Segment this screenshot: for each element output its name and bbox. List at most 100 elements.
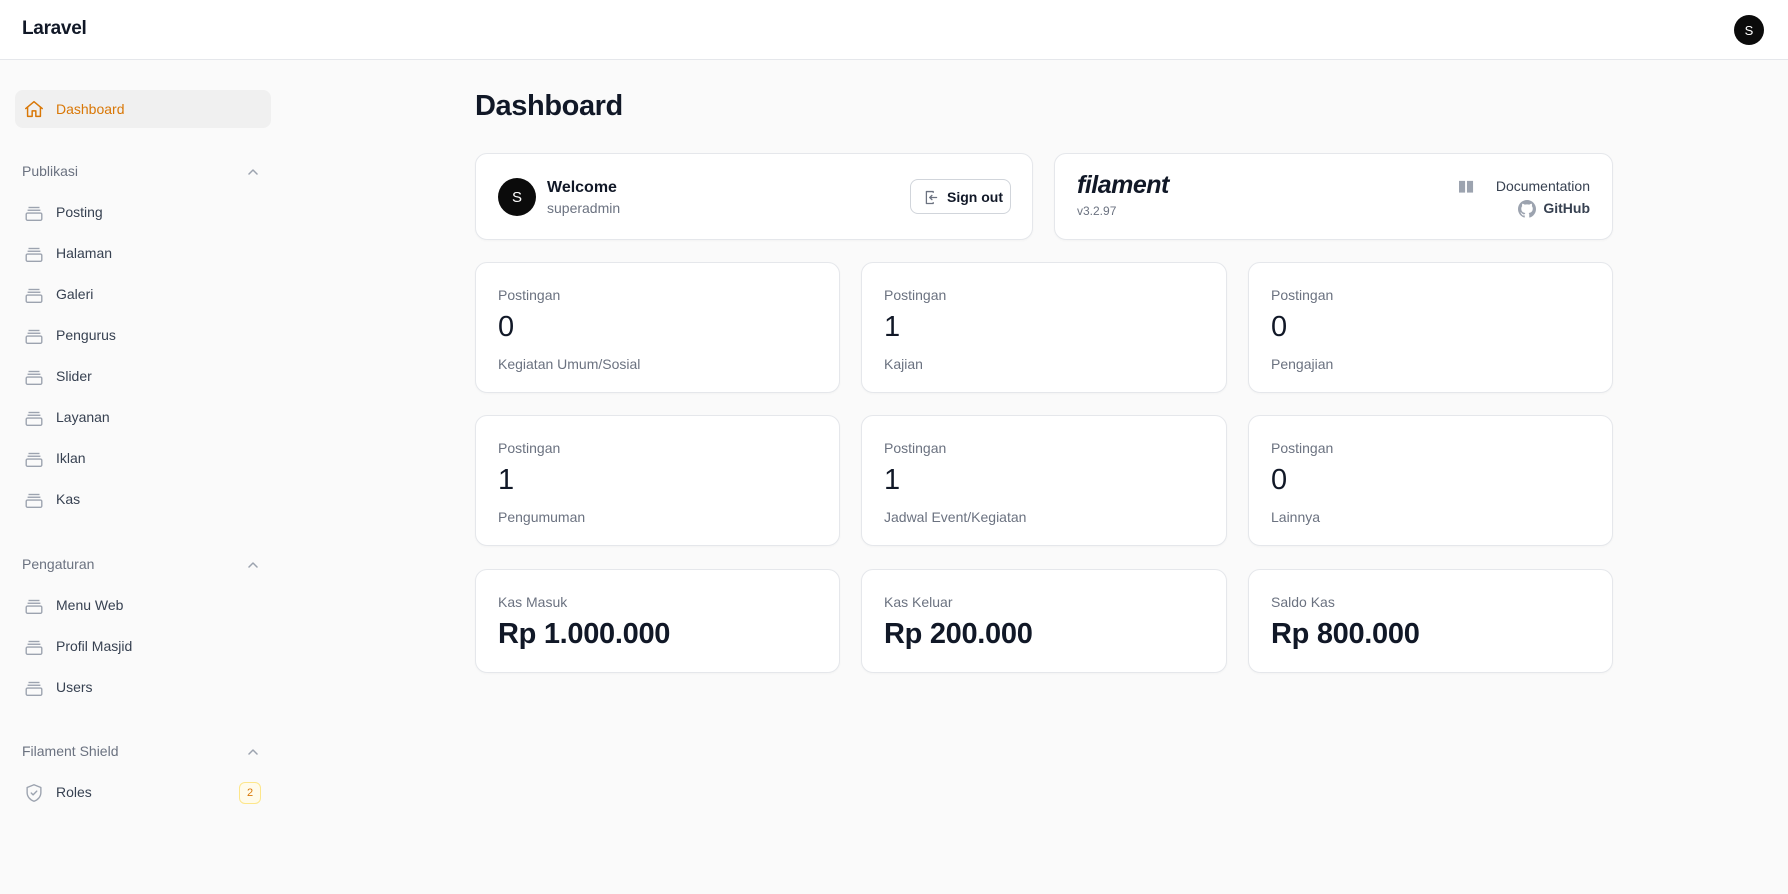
home-icon xyxy=(25,100,43,118)
kas-value: Rp 800.000 xyxy=(1271,618,1420,650)
github-label: GitHub xyxy=(1543,200,1590,216)
book-icon xyxy=(1459,180,1474,193)
stack-icon xyxy=(25,206,43,222)
page-title: Dashboard xyxy=(475,90,623,122)
stat-value: 1 xyxy=(884,311,901,343)
stack-icon xyxy=(25,288,43,304)
stat-description: Pengumuman xyxy=(498,509,586,525)
sidebar-item-label: Menu Web xyxy=(56,597,124,613)
kas-card: Saldo Kas Rp 800.000 xyxy=(1248,569,1613,673)
sign-out-button[interactable]: Sign out xyxy=(910,179,1011,214)
stat-card: Postingan 0 Lainnya xyxy=(1248,415,1613,546)
sidebar-group-publikasi[interactable]: Publikasi xyxy=(22,163,78,179)
sidebar: Dashboard Publikasi Posting Halaman Gale… xyxy=(0,60,286,894)
stat-value: 1 xyxy=(498,464,515,496)
sidebar-item-label: Slider xyxy=(56,368,92,384)
sidebar-item-label: Iklan xyxy=(56,450,86,466)
sidebar-item-label: Profil Masjid xyxy=(56,638,133,654)
stack-icon xyxy=(25,247,43,263)
sidebar-item-posting[interactable]: Posting xyxy=(15,196,271,230)
stack-icon xyxy=(25,599,43,615)
stat-label: Postingan xyxy=(1271,287,1334,303)
chevron-up-icon[interactable] xyxy=(245,557,261,573)
filament-info-widget: filament v3.2.97 Documentation GitHub xyxy=(1054,153,1613,240)
stat-label: Postingan xyxy=(498,440,561,456)
username-label: superadmin xyxy=(547,200,621,216)
stat-card: Postingan 1 Kajian xyxy=(861,262,1227,393)
stack-icon xyxy=(25,493,43,509)
stat-description: Jadwal Event/Kegiatan xyxy=(884,509,1027,525)
sidebar-group-pengaturan[interactable]: Pengaturan xyxy=(22,556,94,572)
stat-card: Postingan 0 Kegiatan Umum/Sosial xyxy=(475,262,840,393)
stack-icon xyxy=(25,370,43,386)
kas-card: Kas Keluar Rp 200.000 xyxy=(861,569,1227,673)
shield-check-icon xyxy=(26,784,42,802)
sidebar-item-label: Roles xyxy=(56,784,92,800)
user-avatar-button[interactable]: S xyxy=(1734,15,1764,45)
sidebar-item-pengurus[interactable]: Pengurus xyxy=(15,319,271,353)
brand-logo[interactable]: Laravel xyxy=(22,18,87,40)
sidebar-item-label: Layanan xyxy=(56,409,110,425)
kas-label: Kas Keluar xyxy=(884,594,953,610)
stat-value: 1 xyxy=(884,464,901,496)
chevron-up-icon[interactable] xyxy=(245,744,261,760)
version-label: v3.2.97 xyxy=(1077,204,1117,218)
documentation-link[interactable]: Documentation xyxy=(1459,178,1590,196)
stat-label: Postingan xyxy=(884,287,947,303)
sidebar-item-dashboard[interactable]: Dashboard xyxy=(15,90,271,128)
stat-value: 0 xyxy=(1271,311,1288,343)
stat-label: Postingan xyxy=(884,440,947,456)
stack-icon xyxy=(25,681,43,697)
stat-card: Postingan 0 Pengajian xyxy=(1248,262,1613,393)
sidebar-item-menu-web[interactable]: Menu Web xyxy=(15,589,271,623)
stat-label: Postingan xyxy=(1271,440,1334,456)
sidebar-item-label: Dashboard xyxy=(56,101,125,117)
chevron-up-icon[interactable] xyxy=(245,164,261,180)
stat-card: Postingan 1 Jadwal Event/Kegiatan xyxy=(861,415,1227,546)
sidebar-item-halaman[interactable]: Halaman xyxy=(15,237,271,271)
sidebar-item-label: Users xyxy=(56,679,93,695)
sidebar-item-label: Galeri xyxy=(56,286,94,302)
sidebar-item-label: Kas xyxy=(56,491,81,507)
stat-description: Kegiatan Umum/Sosial xyxy=(498,356,641,372)
github-link[interactable]: GitHub xyxy=(1518,200,1590,218)
stack-icon xyxy=(25,640,43,656)
sidebar-item-profil-masjid[interactable]: Profil Masjid xyxy=(15,630,271,664)
sidebar-item-slider[interactable]: Slider xyxy=(15,360,271,394)
logout-icon xyxy=(925,190,938,205)
account-widget: S Welcome superadmin Sign out xyxy=(475,153,1033,240)
sidebar-item-label: Halaman xyxy=(56,245,113,261)
documentation-label: Documentation xyxy=(1495,178,1590,194)
avatar: S xyxy=(498,178,536,216)
sign-out-label: Sign out xyxy=(947,189,1003,205)
kas-card: Kas Masuk Rp 1.000.000 xyxy=(475,569,840,673)
sidebar-item-kas[interactable]: Kas xyxy=(15,483,271,517)
sidebar-item-roles[interactable]: Roles 2 xyxy=(15,776,271,810)
sidebar-item-users[interactable]: Users xyxy=(15,671,271,705)
welcome-title: Welcome xyxy=(547,179,617,196)
top-bar: Laravel S xyxy=(0,0,1788,60)
stack-icon xyxy=(25,411,43,427)
stat-label: Postingan xyxy=(498,287,561,303)
sidebar-item-galeri[interactable]: Galeri xyxy=(15,278,271,312)
filament-logo[interactable]: filament xyxy=(1077,171,1169,200)
stack-icon xyxy=(25,452,43,468)
stat-value: 0 xyxy=(1271,464,1288,496)
github-icon xyxy=(1518,200,1536,218)
stat-description: Pengajian xyxy=(1271,356,1334,372)
sidebar-item-layanan[interactable]: Layanan xyxy=(15,401,271,435)
kas-value: Rp 200.000 xyxy=(884,618,1033,650)
stack-icon xyxy=(25,329,43,345)
stat-card: Postingan 1 Pengumuman xyxy=(475,415,840,546)
stat-description: Lainnya xyxy=(1271,509,1321,525)
kas-label: Kas Masuk xyxy=(498,594,568,610)
stat-value: 0 xyxy=(498,311,515,343)
sidebar-item-label: Pengurus xyxy=(56,327,116,343)
sidebar-item-iklan[interactable]: Iklan xyxy=(15,442,271,476)
kas-value: Rp 1.000.000 xyxy=(498,618,671,650)
sidebar-group-filament-shield[interactable]: Filament Shield xyxy=(22,743,119,759)
kas-label: Saldo Kas xyxy=(1271,594,1335,610)
stat-description: Kajian xyxy=(884,356,923,372)
count-badge: 2 xyxy=(239,782,261,804)
sidebar-item-label: Posting xyxy=(56,204,103,220)
